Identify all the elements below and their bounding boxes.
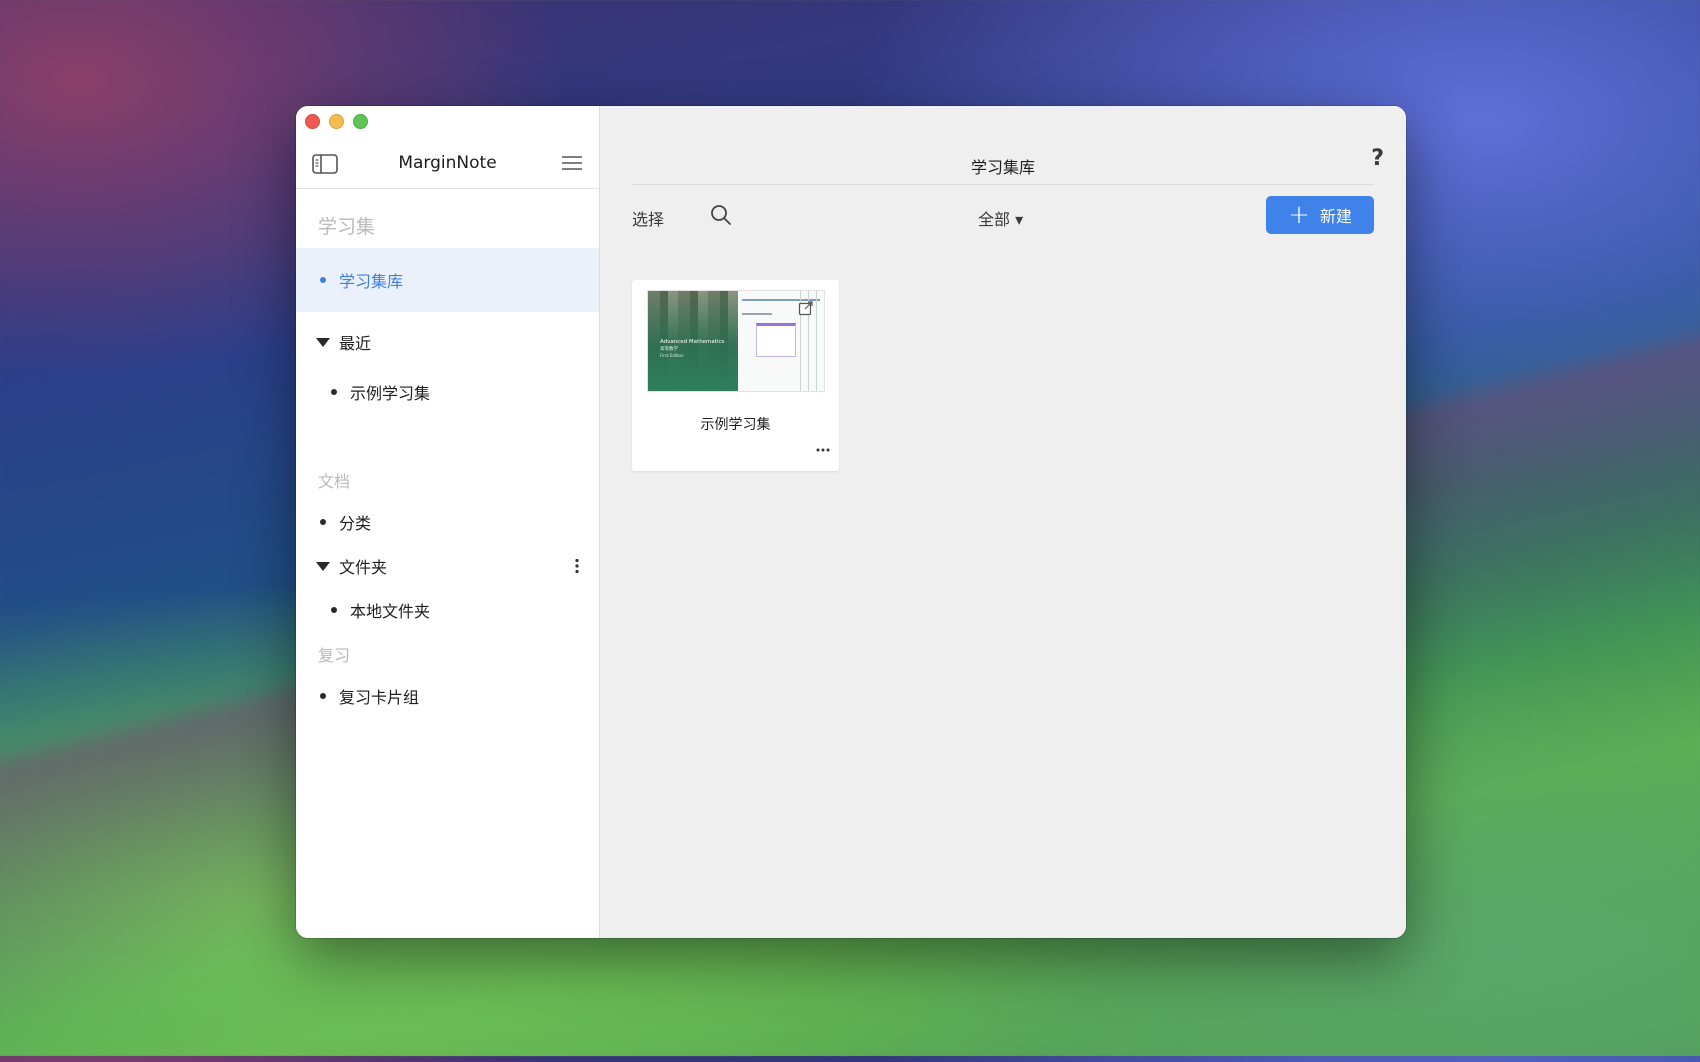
sidebar-item-recent[interactable]: 最近 — [296, 322, 599, 362]
bullet-icon — [320, 693, 326, 699]
sidebar-item-label: 分类 — [339, 514, 372, 533]
preview-line — [742, 313, 772, 315]
plus-icon: + — [1288, 200, 1310, 230]
app-title: MarginNote — [398, 153, 497, 173]
sidebar-item-study-library[interactable]: 学习集库 — [296, 248, 599, 312]
preview-divider — [816, 291, 817, 391]
disclosure-triangle-icon[interactable] — [316, 561, 330, 571]
sidebar-item-label: 复习卡片组 — [339, 688, 420, 707]
cover-title: Advanced Mathematics — [660, 339, 725, 345]
maximize-window-button[interactable] — [353, 114, 368, 129]
sidebar-item-category[interactable]: 分类 — [296, 502, 599, 542]
sidebar: MarginNote 学习集 学习集库 最近 示例学习集 文档 分类 文件夹 本… — [296, 106, 600, 938]
close-window-button[interactable] — [305, 114, 320, 129]
cover-edition: First Edition — [660, 353, 684, 358]
preview-card — [756, 323, 796, 357]
page-title: 学习集库 — [970, 158, 1035, 177]
section-study-label: 学习集 — [318, 216, 376, 238]
window-controls — [305, 114, 368, 129]
app-window: MarginNote 学习集 学习集库 最近 示例学习集 文档 分类 文件夹 本… — [296, 106, 1406, 938]
sidebar-item-recent-example[interactable]: 示例学习集 — [296, 372, 599, 412]
header-divider — [632, 184, 1374, 185]
search-icon[interactable] — [710, 204, 732, 226]
sidebar-item-label: 示例学习集 — [350, 384, 431, 403]
help-button[interactable]: ? — [1371, 146, 1384, 171]
minimize-window-button[interactable] — [329, 114, 344, 129]
notebook-card[interactable]: Advanced Mathematics 高等数学 First Edition — [632, 280, 839, 471]
bullet-icon — [331, 607, 337, 613]
sidebar-item-review-decks[interactable]: 复习卡片组 — [296, 676, 599, 716]
disclosure-triangle-icon[interactable] — [316, 337, 330, 347]
select-button[interactable]: 选择 — [632, 206, 664, 230]
notebook-card-title: 示例学习集 — [700, 417, 771, 433]
filter-dropdown[interactable]: 全部 ▾ — [978, 206, 1023, 230]
more-vertical-icon[interactable] — [575, 558, 579, 574]
bullet-icon — [320, 277, 326, 283]
notebook-thumbnail[interactable]: Advanced Mathematics 高等数学 First Edition — [647, 290, 825, 392]
sidebar-item-folders[interactable]: 文件夹 — [296, 546, 599, 586]
more-horizontal-icon[interactable] — [816, 448, 830, 452]
open-external-icon[interactable] — [798, 300, 814, 316]
sidebar-item-label: 本地文件夹 — [350, 602, 431, 621]
sidebar-item-label: 学习集库 — [339, 272, 404, 291]
sidebar-item-label: 文件夹 — [339, 558, 388, 577]
bullet-icon — [320, 519, 326, 525]
main-panel: 学习集库 ? 选择 全部 ▾ + 新建 Advanced Mathematics… — [600, 106, 1406, 938]
book-cover-image: Advanced Mathematics 高等数学 First Edition — [648, 291, 738, 391]
sidebar-item-label: 最近 — [339, 334, 372, 353]
cover-subtitle: 高等数学 — [660, 347, 678, 352]
section-review-label: 复习 — [318, 646, 351, 665]
sidebar-item-local-folder[interactable]: 本地文件夹 — [296, 590, 599, 630]
menu-icon[interactable] — [561, 155, 583, 171]
sidebar-header: MarginNote — [296, 140, 599, 189]
bullet-icon — [331, 389, 337, 395]
section-docs-label: 文档 — [318, 472, 351, 491]
new-button[interactable]: + 新建 — [1266, 196, 1374, 234]
new-button-label: 新建 — [1319, 207, 1352, 226]
